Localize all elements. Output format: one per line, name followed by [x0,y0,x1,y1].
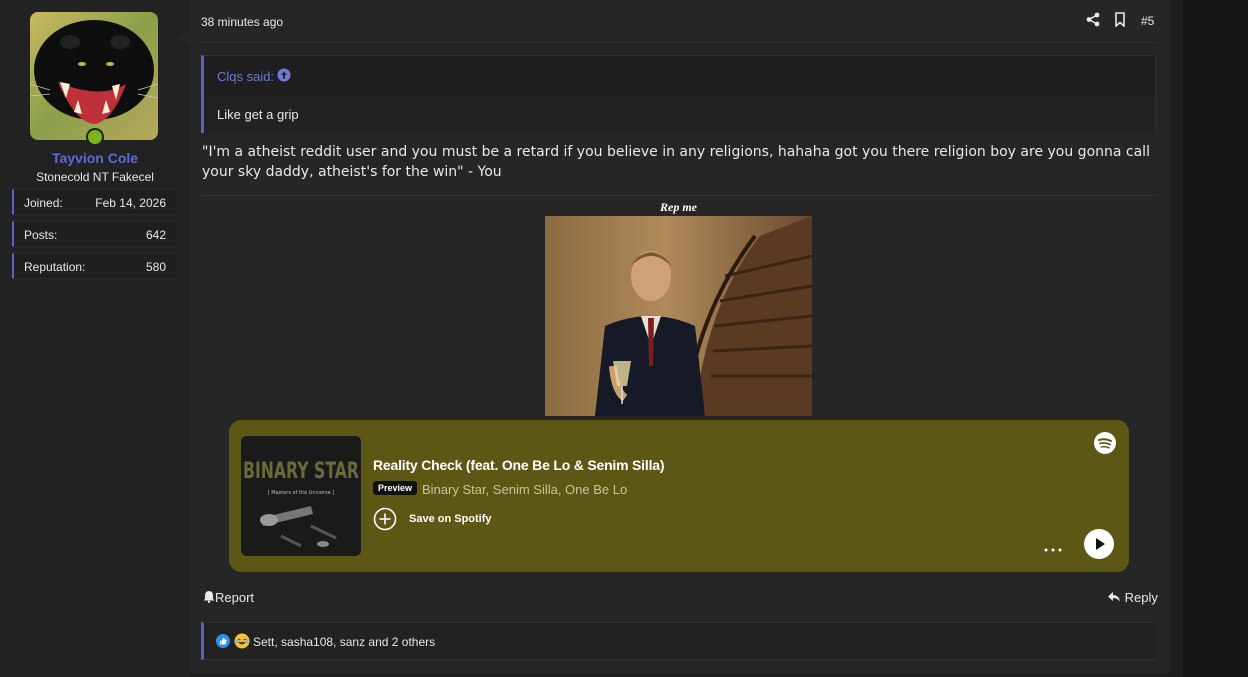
spotify-embed[interactable]: BINARY STAR [ Masters of the Universe ] … [229,420,1129,572]
post-number-link[interactable]: #5 [1141,14,1154,28]
share-icon[interactable] [1086,12,1100,32]
album-art: BINARY STAR [ Masters of the Universe ] [241,436,361,556]
username-link[interactable]: Tayvion Cole [0,150,190,166]
signature-title: Rep me [660,200,697,214]
play-button[interactable] [1084,529,1114,559]
reply-label: Reply [1124,590,1158,605]
bookmark-icon[interactable] [1114,12,1126,32]
stat-label: Posts: [24,228,58,242]
stat-reputation: Reputation: 580 [12,253,176,279]
track-title[interactable]: Reality Check (feat. One Be Lo & Senim S… [373,457,665,473]
header-divider [198,42,1158,43]
like-reaction-icon [216,634,230,653]
stat-posts: Posts: 642 [12,221,176,247]
laugh-reaction-icon [234,633,250,654]
report-label: Report [215,590,255,605]
track-artists[interactable]: Binary Star, Senim Silla, One Be Lo [422,482,627,497]
user-title: Stonecold NT Fakecel [36,170,154,184]
album-cover-title: BINARY STAR [243,459,359,484]
post-body: "I'm a atheist reddit user and you must … [202,144,1150,180]
more-options-icon[interactable] [1043,540,1063,558]
report-button[interactable]: Report [203,590,254,605]
stat-value: 580 [145,260,166,274]
page-gutter [1183,0,1248,677]
quote-text: Like get a grip [217,107,299,122]
stat-label: Joined: [24,196,63,210]
post-timestamp[interactable]: 38 minutes ago [201,15,283,29]
post-pointer-arrow [176,30,190,46]
stat-label: Reputation: [24,260,86,274]
stat-value: Feb 14, 2026 [95,196,166,210]
stat-joined: Joined: Feb 14, 2026 [12,189,176,215]
signature-divider [201,195,1157,196]
arrow-up-circle-icon[interactable] [277,68,291,87]
avatar[interactable] [30,12,158,140]
preview-badge: Preview [373,481,418,495]
quote-header: Clqs said: [204,56,1155,96]
reply-icon [1108,592,1120,602]
stat-value: 642 [145,228,166,242]
album-cover[interactable]: BINARY STAR [ Masters of the Universe ] [241,436,361,556]
spotify-logo-icon[interactable] [1094,432,1116,459]
bell-icon [203,591,215,603]
signature-gif [545,216,812,416]
reactions-list[interactable]: Sett, sasha108, sanz and 2 others [253,635,435,649]
reply-button[interactable]: Reply [1107,590,1158,605]
avatar-image [30,12,158,140]
user-sidebar: Tayvion Cole Stonecold NT Fakecel Joined… [0,0,190,677]
save-on-spotify-button[interactable]: Save on Spotify [409,513,492,525]
quote-author-link[interactable]: Clqs said: [217,69,274,84]
play-icon [1096,538,1105,550]
add-circle-icon[interactable] [373,507,397,536]
online-status-dot [86,128,104,146]
album-cover-subtitle: [ Masters of the Universe ] [268,490,335,496]
quote-block: Clqs said: Like get a grip [201,55,1156,133]
reactions-bar[interactable]: Sett, sasha108, sanz and 2 others [201,622,1156,660]
